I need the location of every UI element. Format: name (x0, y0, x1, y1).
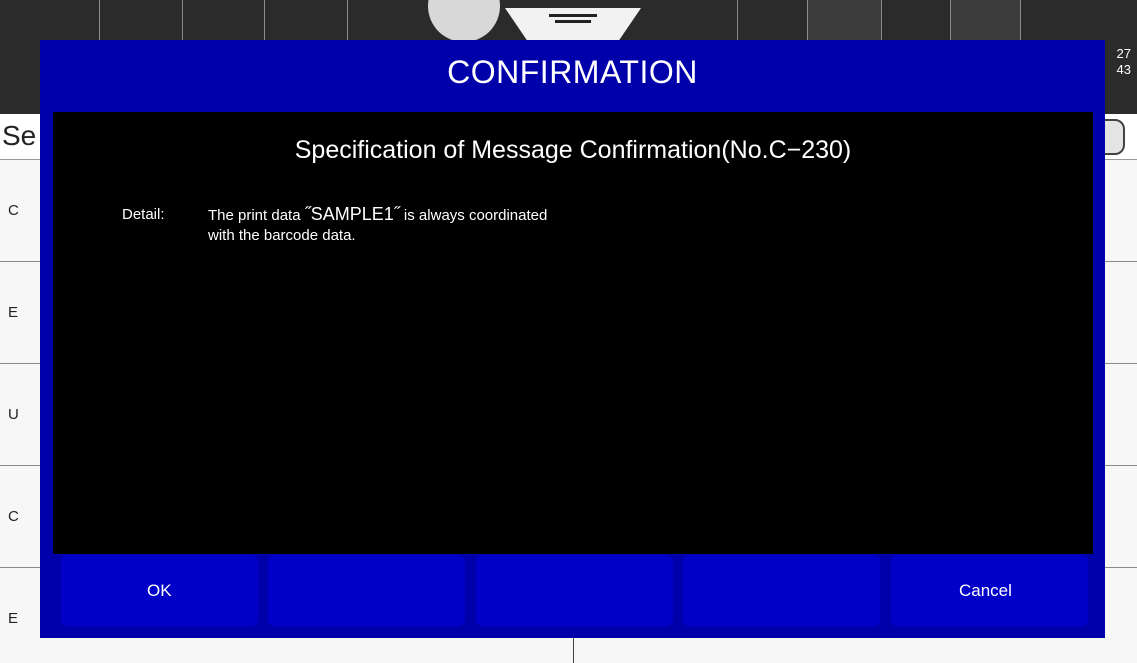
status-badge[interactable] (428, 0, 500, 42)
detail-line-2: with the barcode data. (208, 227, 356, 244)
menu-icon (549, 14, 597, 17)
clock: 27 43 (1117, 46, 1131, 78)
list-item-label: C (8, 508, 19, 525)
menu-tab[interactable] (505, 8, 641, 40)
dialog-button-3[interactable] (476, 555, 673, 626)
dialog-title: CONFIRMATION (447, 54, 698, 90)
detail-text: The print data ˝SAMPLE1˝ is always coord… (208, 204, 547, 246)
ok-button-label: OK (147, 581, 172, 600)
cancel-button-label: Cancel (959, 581, 1012, 600)
dialog-body: Specification of Message Confirmation(No… (53, 112, 1093, 554)
top-bar-divider (737, 0, 738, 40)
top-bar-divider (881, 0, 882, 40)
detail-suffix: is always coordinated (399, 207, 548, 224)
list-item-label: E (8, 610, 19, 627)
cancel-button[interactable]: Cancel (891, 555, 1088, 626)
print-data-name: ˝SAMPLE1˝ (304, 204, 400, 224)
menu-icon (555, 20, 591, 23)
top-bar-divider (1020, 0, 1021, 40)
list-item-label: U (8, 406, 19, 423)
top-bar-divider (807, 0, 808, 40)
top-bar-button[interactable] (950, 0, 1020, 40)
list-header-label: Se (2, 120, 37, 151)
dialog-button-4[interactable] (683, 555, 880, 626)
dialog-button-bar: OK Cancel (61, 555, 1088, 626)
dialog-subtitle: Specification of Message Confirmation(No… (294, 136, 852, 164)
top-bar-divider (182, 0, 183, 40)
confirmation-dialog: CONFIRMATION Specification of Message Co… (40, 40, 1105, 638)
top-bar-button[interactable] (807, 0, 881, 40)
detail-line-1: The print data ˝SAMPLE1˝ is always coord… (208, 204, 547, 226)
clock-line-1: 27 (1116, 46, 1131, 61)
top-bar-divider (347, 0, 348, 40)
dialog-button-2[interactable] (268, 555, 465, 626)
list-item-label: E (8, 304, 19, 321)
detail-label: Detail: (122, 206, 165, 223)
top-bar-divider (99, 0, 100, 40)
ok-button[interactable]: OK (61, 555, 258, 626)
list-item-label: C (8, 202, 19, 219)
top-bar-divider (264, 0, 265, 40)
top-bar-divider (950, 0, 951, 40)
clock-line-2: 43 (1116, 62, 1131, 77)
detail-prefix: The print data (208, 207, 305, 224)
screen: 27 43 Se C E U C E CONFIRMATION Specific… (0, 0, 1137, 663)
